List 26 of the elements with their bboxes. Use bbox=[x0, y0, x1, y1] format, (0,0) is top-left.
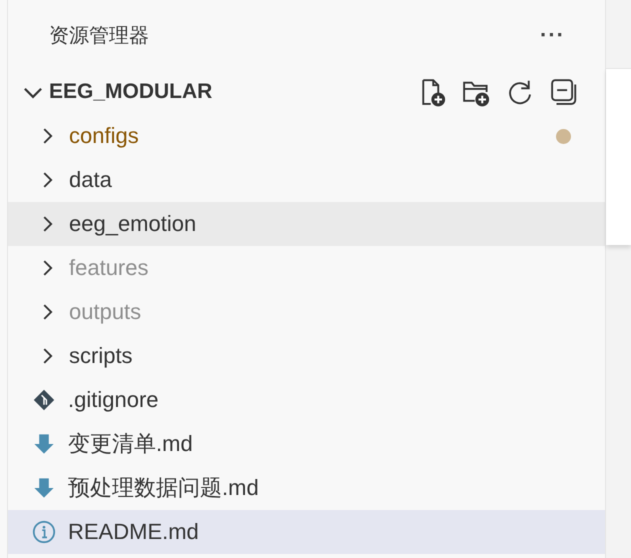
item-name: 预处理数据问题.md bbox=[68, 474, 260, 502]
tree-item[interactable]: eeg_emotion bbox=[8, 202, 605, 246]
item-name: 变更清单.md bbox=[68, 430, 194, 458]
item-name: scripts bbox=[69, 343, 134, 369]
down-arrow-icon bbox=[32, 432, 56, 456]
tree-item[interactable]: .gitignore bbox=[8, 378, 605, 422]
tree-item[interactable]: scripts bbox=[8, 334, 605, 378]
item-name: eeg_emotion bbox=[69, 211, 198, 237]
tree-item[interactable]: README.md bbox=[8, 510, 605, 554]
info-icon bbox=[32, 520, 56, 544]
collapse-all-icon[interactable] bbox=[549, 77, 579, 107]
item-name: .gitignore bbox=[68, 387, 160, 413]
item-name: configs bbox=[69, 123, 140, 149]
item-name: README.md bbox=[68, 519, 200, 545]
git-icon bbox=[32, 388, 56, 412]
item-name: outputs bbox=[69, 299, 142, 325]
tree-item[interactable]: 预处理数据问题.md bbox=[8, 466, 605, 510]
tree-item[interactable]: configs bbox=[8, 114, 605, 158]
tree-item[interactable]: 变更清单.md bbox=[8, 422, 605, 466]
item-name: data bbox=[69, 167, 113, 193]
panel-title: 资源管理器 bbox=[49, 24, 149, 48]
project-name[interactable]: EEG_MODULAR bbox=[49, 80, 417, 104]
item-name: features bbox=[69, 255, 150, 281]
tree-item[interactable]: data bbox=[8, 158, 605, 202]
down-arrow-icon bbox=[32, 476, 56, 500]
more-actions-button[interactable]: ··· bbox=[540, 22, 565, 48]
